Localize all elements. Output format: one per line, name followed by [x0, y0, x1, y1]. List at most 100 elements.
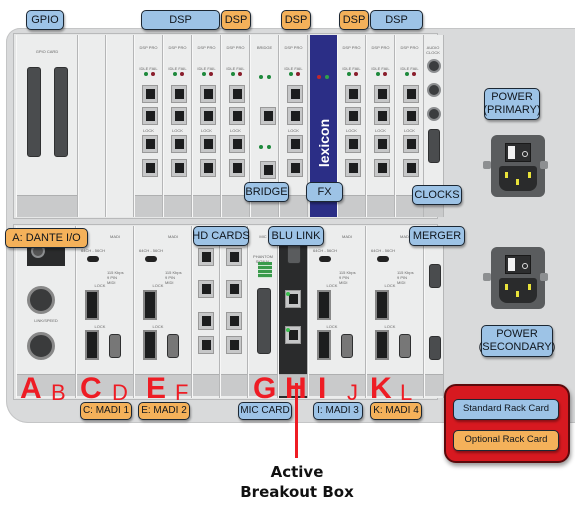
hd-port	[142, 159, 158, 177]
card-footer	[425, 374, 443, 396]
channel-toggle[interactable]	[145, 256, 157, 262]
led-green	[376, 72, 380, 76]
mounting-screw	[540, 273, 548, 281]
dsp-caption: DSP PRO	[342, 45, 361, 50]
hd-port	[345, 85, 361, 103]
hd-port	[374, 159, 390, 177]
rs422-connector	[167, 334, 179, 358]
slot-letter-e: E	[146, 372, 167, 405]
hd-port	[374, 85, 390, 103]
lock-caption: LOCK	[288, 128, 299, 133]
hd-port	[403, 107, 419, 125]
iec-pin	[528, 172, 531, 178]
lock-caption: LOCK	[375, 128, 386, 133]
led-green	[286, 328, 290, 332]
wclk-in-bnc	[427, 83, 441, 97]
link-speed-caption: LINK/SPEED	[34, 318, 58, 323]
hd-port	[200, 85, 216, 103]
hd-in-port	[226, 280, 242, 298]
hd-port	[171, 107, 187, 125]
hd-card-1	[192, 226, 220, 398]
hd-port	[200, 107, 216, 125]
led-green	[259, 145, 263, 149]
lock-caption: LOCK	[384, 283, 396, 288]
lock-caption: LOCK	[201, 128, 212, 133]
hd-port	[403, 85, 419, 103]
madi-aux-fiber-port	[85, 330, 99, 360]
gpio-card-caption: GPIO CARD	[35, 49, 59, 54]
lock-caption: LOCK	[326, 283, 338, 288]
madi-caption: MADI	[110, 234, 120, 239]
lock-caption: LOCK	[152, 283, 164, 288]
bridge-caption: BRIDGE	[256, 45, 273, 50]
secondary-network-port	[260, 161, 276, 179]
power-switch-primary[interactable]	[505, 143, 531, 162]
idle-fail-caption: IDLE FAIL	[168, 66, 187, 71]
legend-optional-card: Optional Rack Card	[453, 430, 559, 451]
hd-port	[200, 135, 216, 153]
hd-out-port	[226, 312, 242, 330]
breakout-label-line1: Active	[270, 463, 324, 481]
madi-caption: MADI	[342, 234, 352, 239]
power-inlet-primary	[491, 135, 545, 197]
wclk-out-bnc	[427, 107, 441, 121]
led-green	[289, 72, 293, 76]
iec-inlet	[499, 278, 537, 303]
slot-letter-i: I	[318, 372, 327, 405]
dsp-card: DSP PRO IDLE FAIL LOCK	[366, 35, 395, 217]
lock-caption: LOCK	[143, 128, 154, 133]
idle-fail-caption: IDLE FAIL	[371, 66, 390, 71]
dsp-card: DSP PRO IDLE FAIL LOCK	[163, 35, 192, 217]
power-primary-line2: (PRIMARY)	[483, 104, 541, 116]
lock-caption: LOCK	[152, 324, 164, 329]
mounting-screw	[540, 161, 548, 169]
channels-caption: 64CH - 56CH	[371, 248, 396, 253]
iec-pin	[505, 172, 508, 178]
channel-toggle[interactable]	[319, 256, 331, 262]
led-green	[259, 75, 263, 79]
idle-fail-caption: IDLE FAIL	[139, 66, 158, 71]
lock-caption: LOCK	[94, 283, 106, 288]
led-red	[317, 75, 321, 79]
hd-port	[142, 85, 158, 103]
hd-port	[171, 135, 187, 153]
hd-port	[200, 159, 216, 177]
led-green	[267, 75, 271, 79]
tag-dsp-optional-1: DSP	[221, 10, 251, 30]
card-footer	[221, 374, 247, 396]
lock-caption: LOCK	[230, 128, 241, 133]
led-red	[412, 72, 416, 76]
tag-power-secondary: POWER (SECONDARY)	[479, 325, 555, 357]
channel-toggle[interactable]	[377, 256, 389, 262]
hd-in-port	[198, 248, 214, 266]
led-green	[347, 72, 351, 76]
power-inlet-secondary	[491, 247, 545, 309]
hd-port	[229, 135, 245, 153]
led-green	[231, 72, 235, 76]
slot-letter-d: D	[112, 380, 128, 405]
tag-gpio: GPIO	[26, 10, 64, 30]
breakout-callout-line	[295, 383, 298, 458]
slot-letter-k: K	[370, 372, 392, 405]
tag-hd-cards: HD CARDS	[192, 226, 250, 246]
slot-letter-j: J	[347, 380, 358, 405]
hd-port	[345, 135, 361, 153]
dsp-card: DSP PRO IDLE FAIL LOCK	[134, 35, 163, 217]
lock-caption: LOCK	[346, 128, 357, 133]
power-switch-secondary[interactable]	[505, 255, 531, 274]
primary-ethercon	[27, 286, 55, 314]
led-green	[267, 145, 271, 149]
dsp-caption: DSP PRO	[139, 45, 158, 50]
channel-toggle[interactable]	[87, 256, 99, 262]
tag-bridge: BRIDGE	[244, 182, 289, 202]
hd-card-2	[220, 226, 248, 398]
led-green	[144, 72, 148, 76]
tag-dsp-optional-3: DSP	[339, 10, 369, 30]
aes-sync-connector	[428, 129, 440, 163]
rs422-connector	[341, 334, 353, 358]
legend-box: Standard Rack Card Optional Rack Card	[444, 384, 570, 463]
primary-network-port	[260, 107, 276, 125]
led-red	[209, 72, 213, 76]
hd-port	[403, 159, 419, 177]
tag-dsp-optional-2: DSP	[281, 10, 311, 30]
